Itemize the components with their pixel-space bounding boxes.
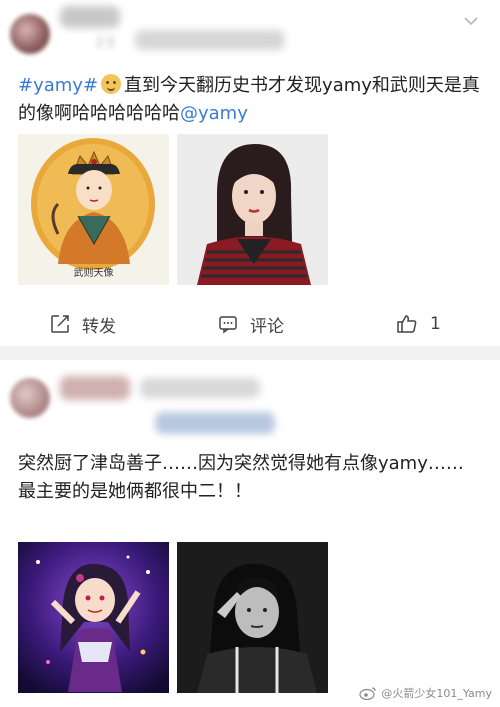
- doge-emoji-icon: [101, 74, 122, 94]
- comment-button[interactable]: 评论: [218, 306, 284, 342]
- post-image-empress[interactable]: 武则天像: [18, 134, 169, 285]
- repost-label: 转发: [82, 316, 116, 337]
- comment-icon: [219, 316, 237, 334]
- post-timestamp: 23: [96, 36, 117, 51]
- avatar[interactable]: [10, 378, 50, 418]
- post-header: 23: [0, 0, 500, 60]
- post-header: [0, 360, 500, 434]
- like-count: 1: [430, 314, 441, 334]
- repost-button[interactable]: 转发: [50, 306, 116, 342]
- redaction-scribble: [140, 378, 260, 398]
- weibo-logo-icon: [359, 687, 376, 700]
- redaction-scribble: [60, 376, 130, 400]
- avatar[interactable]: [10, 14, 50, 54]
- like-button[interactable]: 1: [396, 306, 441, 342]
- post-image-anime[interactable]: [18, 542, 169, 693]
- weibo-post-2: 突然厨了津岛善子……因为突然觉得她有点像yamy…… 最主要的是她俩都很中二！！: [0, 360, 500, 707]
- watermark-text: @火箭少女101_Yamy: [381, 687, 492, 700]
- post-image-girl-bw[interactable]: [177, 542, 328, 693]
- mention-link[interactable]: @yamy: [180, 103, 248, 124]
- post-action-bar: 转发 评论 1: [0, 306, 500, 342]
- weibo-post-1: 23 #yamy# 直到今天翻历史书才发现yamy和武则天是真的像啊哈哈哈哈哈哈@…: [0, 0, 500, 346]
- post-image-girl[interactable]: [177, 134, 328, 285]
- image-caption: 武则天像: [73, 268, 114, 279]
- redaction-scribble: [155, 412, 275, 434]
- watermark: @火箭少女101_Yamy: [359, 685, 492, 701]
- post-body-line-1: 突然厨了津岛善子……因为突然觉得她有点像yamy……: [18, 453, 464, 474]
- redaction-scribble: [60, 6, 120, 28]
- chevron-down-icon[interactable]: [460, 10, 482, 32]
- post-body-line-2: 最主要的是她俩都很中二！！: [18, 481, 252, 502]
- comment-label: 评论: [250, 316, 284, 337]
- post-separator: [0, 346, 500, 360]
- post-text: 突然厨了津岛善子……因为突然觉得她有点像yamy…… 最主要的是她俩都很中二！！: [18, 450, 488, 506]
- topic-link[interactable]: #yamy#: [18, 75, 98, 96]
- thumbs-up-icon: [397, 315, 417, 333]
- post-text: #yamy# 直到今天翻历史书才发现yamy和武则天是真的像啊哈哈哈哈哈哈@yam…: [18, 72, 488, 128]
- repost-icon: [51, 315, 69, 333]
